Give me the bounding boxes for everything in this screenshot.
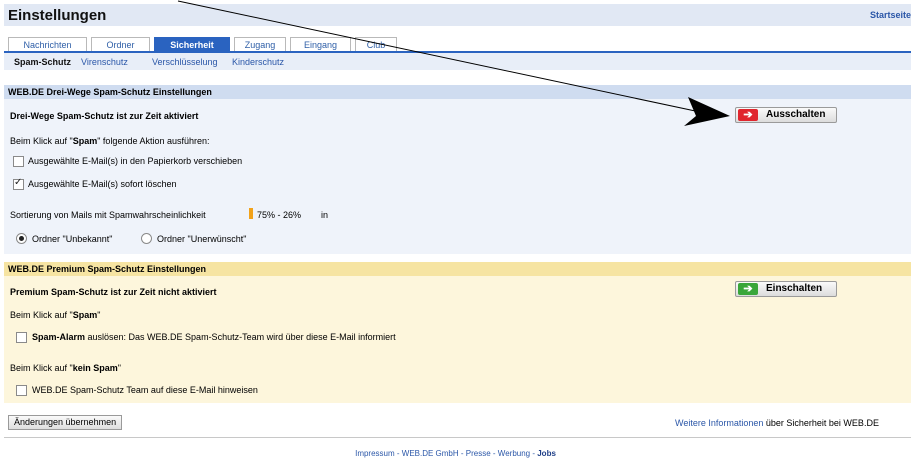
subtab-spam-schutz[interactable]: Spam-Schutz	[14, 57, 71, 67]
team-hint-checkbox[interactable]	[16, 385, 27, 396]
sort-in-label: in	[321, 210, 329, 220]
footer-company-link[interactable]: WEB.DE GmbH	[402, 449, 459, 458]
disable-button-label: Ausschalten	[766, 109, 826, 120]
page-header: Einstellungen Startseite	[4, 4, 911, 26]
apply-changes-button[interactable]: Änderungen übernehmen	[8, 415, 123, 430]
footer-divider	[4, 437, 911, 438]
no-spam-click-instruction: Beim Klick auf "kein Spam"	[10, 363, 121, 373]
tab-club[interactable]: Club	[355, 37, 397, 52]
premium-spam-panel: WEB.DE Premium Spam-Schutz Einstellungen…	[4, 262, 911, 403]
radio-unbekannt[interactable]	[16, 233, 27, 244]
disable-button[interactable]: ➔ Ausschalten	[735, 107, 837, 123]
tab-ordner[interactable]: Ordner	[91, 37, 150, 52]
footer-jobs-link[interactable]: Jobs	[537, 449, 556, 458]
subtab-kinderschutz[interactable]: Kinderschutz	[232, 57, 284, 67]
footer-impressum-link[interactable]: Impressum	[355, 449, 395, 458]
page-title: Einstellungen	[8, 7, 107, 24]
arrow-right-icon: ➔	[738, 283, 758, 295]
premium-section-title: WEB.DE Premium Spam-Schutz Einstellungen	[4, 262, 911, 276]
enable-button-label: Einschalten	[766, 283, 823, 294]
footer-links: Impressum - WEB.DE GmbH - Presse - Werbu…	[355, 449, 556, 458]
tab-eingang[interactable]: Eingang	[290, 37, 351, 52]
footer-presse-link[interactable]: Presse	[466, 449, 491, 458]
footer-werbung-link[interactable]: Werbung	[498, 449, 530, 458]
probability-bar	[249, 208, 253, 219]
radio-unerwuenscht[interactable]	[141, 233, 152, 244]
subtab-verschluesselung[interactable]: Verschlüsselung	[152, 57, 218, 67]
tab-nachrichten[interactable]: Nachrichten	[8, 37, 87, 52]
trash-move-label: Ausgewählte E-Mail(s) in den Papierkorb …	[28, 156, 243, 166]
spam-click-instruction: Beim Klick auf "Spam" folgende Aktion au…	[10, 136, 210, 146]
tab-zugang[interactable]: Zugang	[234, 37, 286, 52]
tab-sicherheit[interactable]: Sicherheit	[154, 37, 230, 52]
sub-navigation: Spam-Schutz Virenschutz Verschlüsselung …	[4, 53, 911, 70]
spam-alarm-label: Spam-Alarm auslösen: Das WEB.DE Spam-Sch…	[32, 332, 396, 342]
start-page-link[interactable]: Startseite	[870, 10, 911, 20]
main-tabs: Nachrichten Ordner Sicherheit Zugang Ein…	[8, 37, 401, 52]
spam-alarm-checkbox[interactable]	[16, 332, 27, 343]
more-info-text: Weitere Informationen über Sicherheit be…	[675, 418, 879, 428]
trash-move-checkbox[interactable]	[13, 156, 24, 167]
radio-unbekannt-label: Ordner "Unbekannt"	[32, 234, 113, 244]
subtab-virenschutz[interactable]: Virenschutz	[81, 57, 128, 67]
more-info-link[interactable]: Weitere Informationen	[675, 418, 763, 428]
three-way-spam-panel: WEB.DE Drei-Wege Spam-Schutz Einstellung…	[4, 85, 911, 254]
team-hint-label: WEB.DE Spam-Schutz Team auf diese E-Mail…	[32, 385, 258, 395]
premium-status: Premium Spam-Schutz ist zur Zeit nicht a…	[10, 287, 217, 297]
three-way-section-title: WEB.DE Drei-Wege Spam-Schutz Einstellung…	[4, 85, 911, 99]
delete-now-label: Ausgewählte E-Mail(s) sofort löschen	[28, 179, 177, 189]
three-way-status: Drei-Wege Spam-Schutz ist zur Zeit aktiv…	[10, 111, 199, 121]
enable-button[interactable]: ➔ Einschalten	[735, 281, 837, 297]
arrow-right-icon: ➔	[738, 109, 758, 121]
delete-now-checkbox[interactable]	[13, 177, 24, 190]
probability-range: 75% - 26%	[257, 210, 302, 220]
spam-click-instruction: Beim Klick auf "Spam"	[10, 310, 101, 320]
radio-unerwuenscht-label: Ordner "Unerwünscht"	[157, 234, 247, 244]
sort-label: Sortierung von Mails mit Spamwahrscheinl…	[10, 210, 206, 220]
